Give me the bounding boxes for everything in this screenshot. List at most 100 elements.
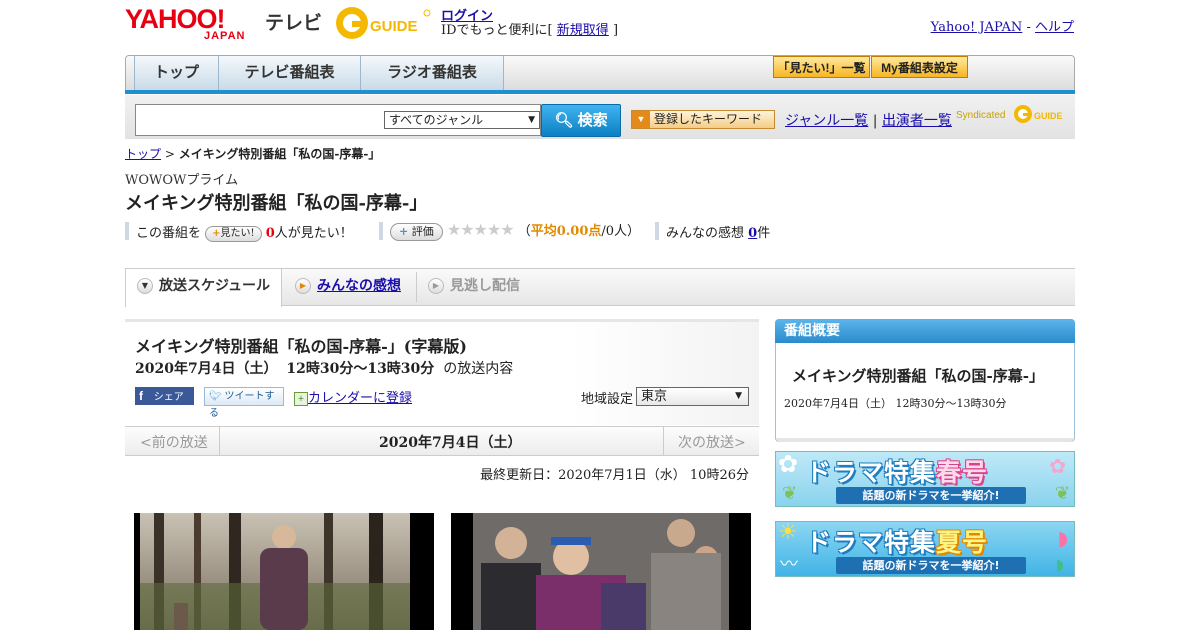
prev-broadcast-link[interactable]: <前の放送: [140, 432, 208, 452]
nav-tab-top[interactable]: トップ: [134, 56, 219, 90]
drama-spring-banner[interactable]: ✿ ✿ ❦ ❦ ドラマ特集春号 話題の新ドラマを一挙紹介!: [775, 451, 1075, 507]
rate-button[interactable]: + 評価: [390, 222, 443, 241]
current-broadcast-date: 2020年7月4日（土）: [379, 435, 522, 451]
info-divider: [655, 222, 659, 240]
login-prompt-close: ]: [612, 23, 619, 38]
channel-name: WOWOWプライム: [125, 173, 239, 188]
syndicated-label: Syndicated: [956, 110, 1006, 121]
cast-list-link[interactable]: 出演者一覧: [882, 113, 952, 129]
plus-icon: +: [212, 227, 221, 239]
dropdown-arrow-icon: ▼: [632, 111, 650, 128]
tab-comments[interactable]: ▶ みんなの感想: [295, 269, 415, 305]
login-prompt-text: IDでもっと便利に[: [441, 23, 553, 38]
my-schedule-button[interactable]: My番組表設定: [871, 56, 968, 78]
episode-datetime: 2020年7月4日（土） 12時30分～13時30分 の放送内容: [135, 358, 513, 378]
tab-comments-link[interactable]: みんなの感想: [317, 278, 401, 294]
play-icon: ▶: [428, 278, 444, 294]
watch-info: この番組を +見たい! 0人が見たい！: [136, 222, 353, 242]
login-prompt: IDでもっと便利に[ 新規取得 ]: [441, 19, 618, 38]
tv-logo-text[interactable]: テレビ: [265, 8, 322, 35]
sun-icon: ☀: [778, 521, 798, 545]
overview-title: メイキング特別番組「私の国-序幕-」: [792, 367, 1045, 385]
yahoo-logo[interactable]: YAHOO!: [125, 6, 226, 33]
comments-count-link[interactable]: 0: [748, 226, 757, 241]
flower-icon: ✿: [778, 451, 799, 478]
rating-count: /0人）: [601, 224, 641, 239]
average-score: 平均0.00点: [530, 224, 602, 239]
last-updated: 最終更新日：2020年7月1日（水） 10時26分: [480, 468, 749, 483]
program-photo[interactable]: [451, 513, 751, 630]
overview-box-shadow: [776, 438, 1074, 442]
breadcrumb-separator: >: [164, 147, 175, 161]
nav-divider: [663, 427, 664, 455]
flower-icon: ✿: [1049, 454, 1066, 478]
watch-suffix: 人が見たい！: [274, 226, 353, 241]
watch-prefix: この番組を: [136, 226, 202, 241]
spring-banner-title-b: 春号: [936, 458, 989, 487]
breadcrumb: トップ > メイキング特別番組「私の国-序幕-」: [125, 145, 380, 162]
facebook-share-label: シェア: [153, 392, 184, 403]
calendar-icon: +: [294, 391, 308, 406]
summer-banner-subtitle: 話題の新ドラマを一挙紹介!: [836, 557, 1026, 574]
plus-icon: +: [399, 224, 409, 238]
star-rating-icon: ★★★★★: [446, 220, 515, 239]
wishlist-button[interactable]: 「見たい!」一覧: [773, 56, 870, 78]
drama-summer-banner[interactable]: ☀ ◗ 〰 ◗ ドラマ特集夏号 話題の新ドラマを一挙紹介!: [775, 521, 1075, 577]
nav-accent-strip: [125, 90, 1075, 94]
help-link[interactable]: ヘルプ: [1035, 20, 1074, 35]
genre-select-value: すべてのジャンル: [389, 113, 484, 127]
breadcrumb-top-link[interactable]: トップ: [125, 147, 161, 161]
calendar-register-link[interactable]: カレンダーに登録: [308, 391, 412, 406]
browse-link-divider: |: [872, 113, 878, 129]
browse-links: ジャンル一覧 | 出演者一覧: [785, 110, 952, 130]
tab-divider: [416, 272, 417, 302]
episode-suffix: の放送内容: [443, 361, 514, 377]
rating-info: + 評価 ★★★★★ （平均0.00点/0人）: [390, 220, 640, 241]
rate-label: 評価: [411, 224, 434, 238]
comments-info: みんなの感想 0件: [666, 222, 770, 241]
average-open: （: [517, 224, 531, 239]
yahoo-japan-link[interactable]: Yahoo! JAPAN: [931, 20, 1023, 35]
program-overview-header: 番組概要: [775, 319, 1075, 343]
want-to-watch-label: 見たい!: [220, 227, 255, 239]
nav-tab-radio-schedule[interactable]: ラジオ番組表: [361, 56, 504, 90]
facebook-share-button[interactable]: f シェア: [135, 387, 194, 405]
tab-vod[interactable]: ▶ 見逃し配信: [428, 269, 538, 305]
chevron-down-icon: ▼: [735, 391, 742, 401]
nav-divider: [219, 427, 220, 455]
yahoo-japan-logo-text: JAPAN: [204, 30, 246, 42]
registered-keyword-button[interactable]: ▼ 登録したキーワード: [631, 110, 775, 129]
comments-label: みんなの感想: [666, 226, 745, 241]
watch-count: 0: [265, 226, 275, 241]
genre-select[interactable]: すべてのジャンル ▼: [384, 111, 540, 129]
next-broadcast-link[interactable]: 次の放送>: [678, 432, 746, 452]
leaf-icon: ❦: [1054, 483, 1070, 504]
fan-icon: ◗: [1055, 555, 1064, 574]
search-button[interactable]: 🔍︎ 検索: [541, 104, 621, 137]
top-right-links: Yahoo! JAPAN - ヘルプ: [931, 16, 1074, 35]
tab-schedule[interactable]: ▼ 放送スケジュール: [125, 269, 282, 307]
genre-list-link[interactable]: ジャンル一覧: [785, 113, 868, 129]
search-icon: 🔍︎: [554, 112, 574, 129]
program-photo[interactable]: [134, 513, 434, 630]
want-to-watch-button[interactable]: +見たい!: [205, 225, 262, 242]
signup-link[interactable]: 新規取得: [557, 23, 609, 38]
search-button-label: 検索: [577, 112, 608, 129]
svg-text:GUIDE: GUIDE: [370, 18, 418, 35]
info-divider: [125, 222, 129, 240]
wave-icon: 〰: [780, 554, 798, 575]
calendar-register: + カレンダーに登録: [294, 387, 412, 406]
nav-tab-tv-schedule[interactable]: テレビ番組表: [219, 56, 361, 90]
tweet-button[interactable]: 🐦︎ ツイートする: [204, 387, 284, 419]
svg-text:GUIDE: GUIDE: [1034, 111, 1063, 121]
tab-vod-label: 見逃し配信: [450, 278, 520, 294]
syndicated-gguide-logo: GUIDE: [1014, 105, 1063, 123]
region-select[interactable]: 東京 ▼: [636, 387, 749, 406]
tab-schedule-label: 放送スケジュール: [159, 278, 271, 294]
facebook-icon: f: [139, 389, 143, 403]
fan-icon: ◗: [1057, 526, 1068, 550]
summer-banner-title-b: 夏号: [936, 528, 989, 557]
gguide-logo[interactable]: GUIDE: [334, 4, 432, 42]
spring-banner-subtitle: 話題の新ドラマを一挙紹介!: [836, 487, 1026, 504]
summer-banner-title-a: ドラマ特集: [806, 528, 937, 557]
